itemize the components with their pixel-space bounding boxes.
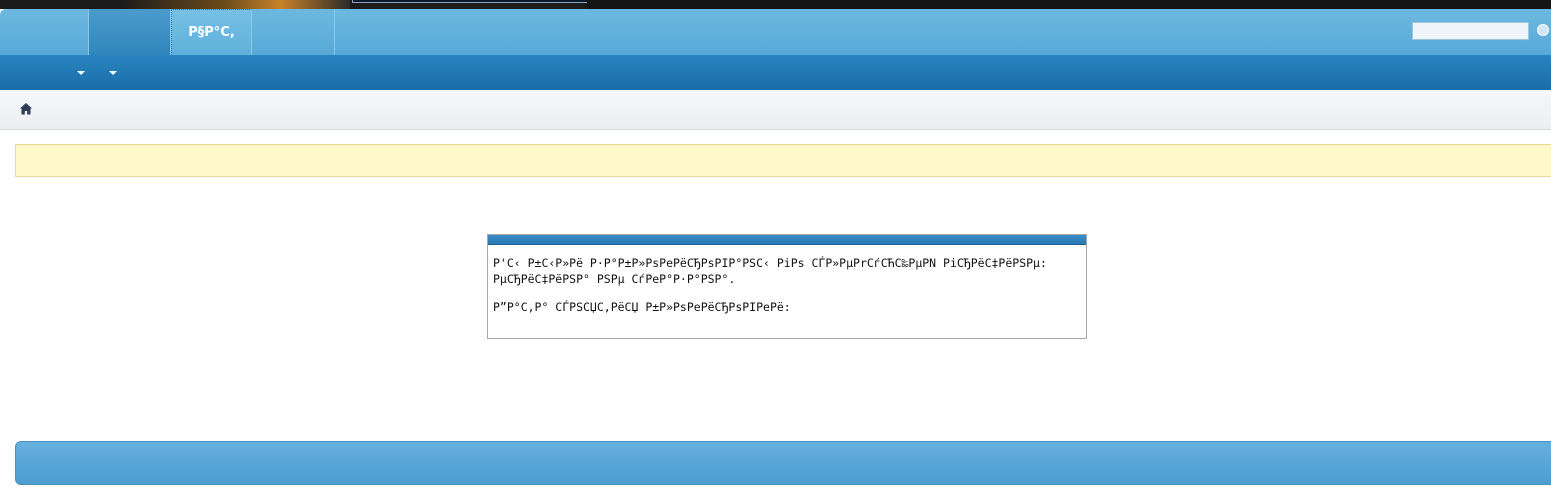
error-box-body: P'C‹ P±C‹P»Pë P·P°P±P»PsPePëCЂPsPIP°PSC‹… [488, 245, 1086, 315]
error-message-box: P'C‹ P±C‹P»Pë P·P°P±P»PsPePëCЂPsPIP°PSC‹… [487, 234, 1087, 339]
top-dark-area [587, 0, 1551, 9]
footer-bar [15, 441, 1551, 485]
error-details-text: P”P°C,P° CЃPSCЏC,PëCЏ P±P»PsPePëCЂPsPIPe… [493, 300, 791, 314]
browser-top-strip [0, 0, 1551, 9]
home-icon[interactable] [19, 102, 33, 116]
main-navigation: P§P°C, [0, 9, 1551, 55]
chevron-down-icon[interactable] [109, 71, 117, 75]
top-decoration [120, 0, 350, 9]
search-icon[interactable] [1537, 24, 1549, 36]
nav-tab-chat[interactable]: P§P°C, [171, 9, 252, 55]
notice-bar [15, 144, 1551, 177]
breadcrumb [0, 90, 1551, 130]
top-frame [352, 0, 589, 3]
nav-tab-2[interactable] [89, 9, 171, 55]
error-box-header [488, 235, 1086, 245]
sub-navigation [0, 55, 1551, 90]
nav-tab-4[interactable] [252, 9, 335, 55]
error-message-text: P'C‹ P±C‹P»Pë P·P°P±P»PsPePëCЂPsPIP°PSC‹… [493, 256, 1047, 286]
chevron-down-icon[interactable] [77, 71, 85, 75]
search-input[interactable] [1412, 22, 1529, 40]
nav-tab-1[interactable] [0, 9, 89, 55]
